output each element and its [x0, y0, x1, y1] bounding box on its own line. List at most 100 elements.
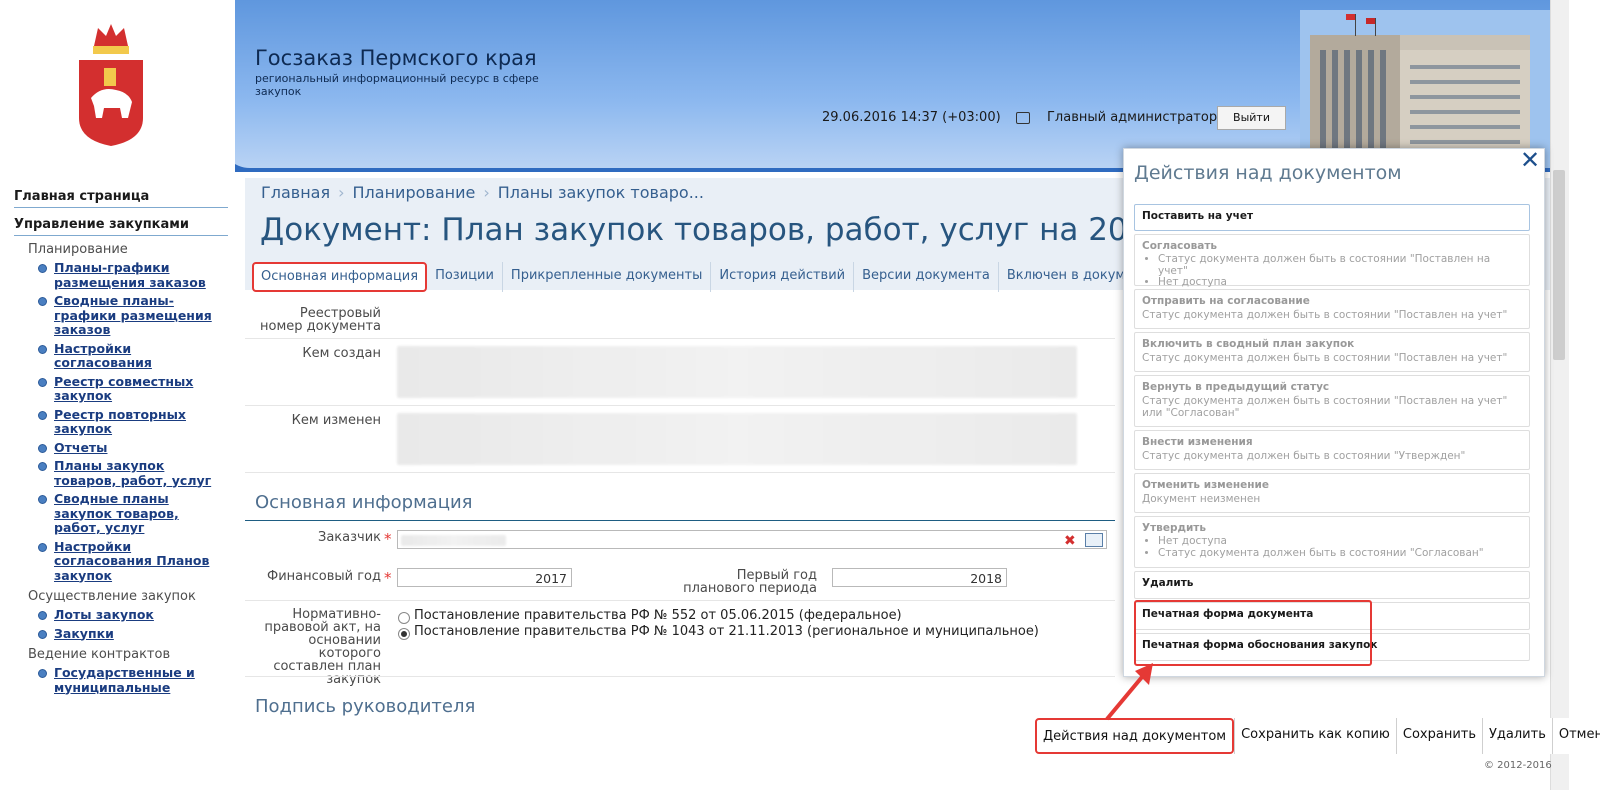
close-icon[interactable]: ✕	[1520, 146, 1540, 174]
nav-section-planning: Планирование	[28, 242, 128, 257]
tab-attachments[interactable]: Прикрепленные документы	[503, 262, 712, 292]
fin-year-field[interactable]: 2017	[397, 568, 572, 587]
action-note: Нет доступа	[1158, 276, 1522, 289]
divider	[245, 338, 1115, 339]
nav-item-state-contracts[interactable]: Государственные и муниципальные	[38, 665, 228, 695]
nav-item-lots[interactable]: Лоты закупок	[38, 607, 228, 623]
coat-of-arms-logo[interactable]	[76, 18, 146, 148]
breadcrumb-planning[interactable]: Планирование	[353, 183, 476, 202]
nav-item-purchase-plans[interactable]: Планы закупок товаров, работ, услуг	[38, 458, 228, 488]
cancel-button[interactable]: Отменить	[1551, 718, 1600, 754]
first-plan-year-field[interactable]: 2018	[832, 568, 1007, 587]
current-datetime: 29.06.2016 14:37 (+03:00)	[822, 110, 1001, 125]
action-cancel-change[interactable]: Отменить изменение Документ неизменен	[1134, 473, 1530, 513]
section-divider	[245, 520, 1115, 521]
tab-history[interactable]: История действий	[711, 262, 855, 292]
nav-item-plan-approval-settings[interactable]: Настройки согласования Планов закупок	[38, 539, 228, 584]
action-note: Нет доступа	[1158, 535, 1522, 548]
required-mark: *	[384, 569, 392, 587]
nav-item-purchases[interactable]: Закупки	[38, 626, 228, 642]
action-note: Статус документа должен быть в состоянии…	[1158, 253, 1522, 277]
nav-item-summary-purchase-plans[interactable]: Сводные планы закупок товаров, работ, ус…	[38, 491, 228, 536]
npa-radio-regional[interactable]	[398, 628, 410, 640]
bullet-icon	[38, 495, 47, 504]
scrollbar-thumb[interactable]	[1553, 170, 1565, 360]
page-title: Документ: План закупок товаров, работ, у…	[260, 212, 1194, 248]
tab-bar: Основная информация Позиции Прикрепленны…	[252, 262, 1151, 292]
nav-item-summary-schedules[interactable]: Сводные планы-графики размещения заказов	[38, 293, 228, 338]
save-button[interactable]: Сохранить	[1395, 718, 1482, 754]
npa-option-regional[interactable]: Постановление правительства РФ № 1043 от…	[414, 624, 1039, 639]
npa-radio-federal[interactable]	[398, 612, 410, 624]
nav-item-schedules[interactable]: Планы-графики размещения заказов	[38, 260, 228, 290]
action-title: Поставить на учет	[1142, 210, 1254, 222]
action-note: Документ неизменен	[1142, 493, 1261, 505]
customer-value-redacted	[401, 535, 506, 546]
bullet-icon	[38, 462, 47, 471]
action-note: Статус документа должен быть в состоянии…	[1158, 547, 1522, 560]
delete-button[interactable]: Удалить	[1482, 718, 1552, 754]
action-note: Статус документа должен быть в состоянии…	[1142, 450, 1466, 462]
tab-positions[interactable]: Позиции	[427, 262, 503, 292]
action-register[interactable]: Поставить на учет	[1134, 204, 1530, 231]
action-send-approval[interactable]: Отправить на согласование Статус докумен…	[1134, 289, 1530, 329]
action-title: Вернуть в предыдущий статус	[1142, 381, 1330, 393]
customer-field[interactable]	[397, 530, 1107, 549]
nav-item-approval-settings[interactable]: Настройки согласования	[38, 341, 228, 371]
nav-section-contracts: Ведение контрактов	[28, 647, 171, 662]
nav-item-repeat-purchases[interactable]: Реестр повторных закупок	[38, 407, 228, 437]
action-title: Отправить на согласование	[1142, 295, 1310, 307]
created-by-value-redacted	[397, 346, 1077, 398]
site-subtitle: региональный информационный ресурс в сфе…	[255, 72, 539, 98]
divider	[245, 600, 1115, 601]
action-include-summary[interactable]: Включить в сводный план закупок Статус д…	[1134, 332, 1530, 372]
action-confirm[interactable]: Утвердить Нет доступаСтатус документа до…	[1134, 516, 1530, 568]
chevron-right-icon: ›	[338, 183, 345, 202]
logout-button[interactable]: Выйти	[1217, 106, 1286, 130]
first-plan-year-label: Первый год планового периода	[683, 568, 817, 596]
modified-by-value-redacted	[397, 413, 1077, 465]
bullet-icon	[38, 377, 47, 387]
message-icon[interactable]	[1016, 112, 1030, 124]
nav-item-joint-purchases[interactable]: Реестр совместных закупок	[38, 374, 228, 404]
npa-label: Нормативно-правовой акт, на основании ко…	[264, 607, 381, 687]
annotation-arrow-icon	[1105, 663, 1153, 721]
action-title: Отменить изменение	[1142, 479, 1269, 491]
reg-number-label: Реестровый номер документа	[260, 306, 381, 334]
customer-label: Заказчик	[317, 530, 381, 545]
npa-option-federal[interactable]: Постановление правительства РФ № 552 от …	[414, 608, 902, 623]
action-title: Внести изменения	[1142, 436, 1253, 448]
nav-item-reports[interactable]: Отчеты	[38, 440, 228, 456]
section-title-main-info: Основная информация	[255, 492, 473, 513]
action-make-changes[interactable]: Внести изменения Статус документа должен…	[1134, 430, 1530, 470]
nav-procurement-management[interactable]: Управление закупками	[14, 214, 228, 236]
created-by-label: Кем создан	[302, 346, 381, 361]
tab-versions[interactable]: Версии документа	[854, 262, 999, 292]
divider	[245, 405, 1115, 406]
site-title[interactable]: Госзаказ Пермского края	[255, 46, 537, 70]
sidebar-nav: Главная страница Управление закупками Пл…	[14, 186, 228, 699]
popup-title: Действия над документом	[1134, 162, 1402, 184]
action-note: Статус документа должен быть в состоянии…	[1142, 352, 1508, 364]
bullet-icon	[38, 611, 47, 620]
bullet-icon	[38, 344, 47, 354]
bullet-icon	[38, 669, 47, 678]
nav-home-link[interactable]: Главная страница	[14, 186, 228, 208]
bullet-icon	[38, 410, 47, 420]
breadcrumb-home[interactable]: Главная	[261, 183, 330, 202]
action-note: Статус документа должен быть в состоянии…	[1142, 395, 1508, 419]
action-approve[interactable]: Согласовать Статус документа должен быть…	[1134, 234, 1530, 289]
tab-main-info[interactable]: Основная информация	[252, 262, 428, 292]
action-title: Согласовать	[1142, 240, 1218, 252]
save-as-copy-button[interactable]: Сохранить как копию	[1234, 718, 1396, 754]
scrollbar[interactable]	[1550, 0, 1569, 790]
folder-icon[interactable]	[1085, 533, 1103, 547]
action-revert-status[interactable]: Вернуть в предыдущий статус Статус докум…	[1134, 375, 1530, 427]
clear-icon[interactable]: ✖	[1064, 533, 1076, 549]
bullet-icon	[38, 443, 47, 453]
action-note: Статус документа должен быть в состоянии…	[1142, 309, 1508, 321]
modified-by-label: Кем изменен	[291, 413, 381, 428]
divider	[245, 472, 1115, 473]
action-delete[interactable]: Удалить	[1134, 571, 1530, 599]
breadcrumb-plans[interactable]: Планы закупок товаро...	[498, 183, 704, 202]
